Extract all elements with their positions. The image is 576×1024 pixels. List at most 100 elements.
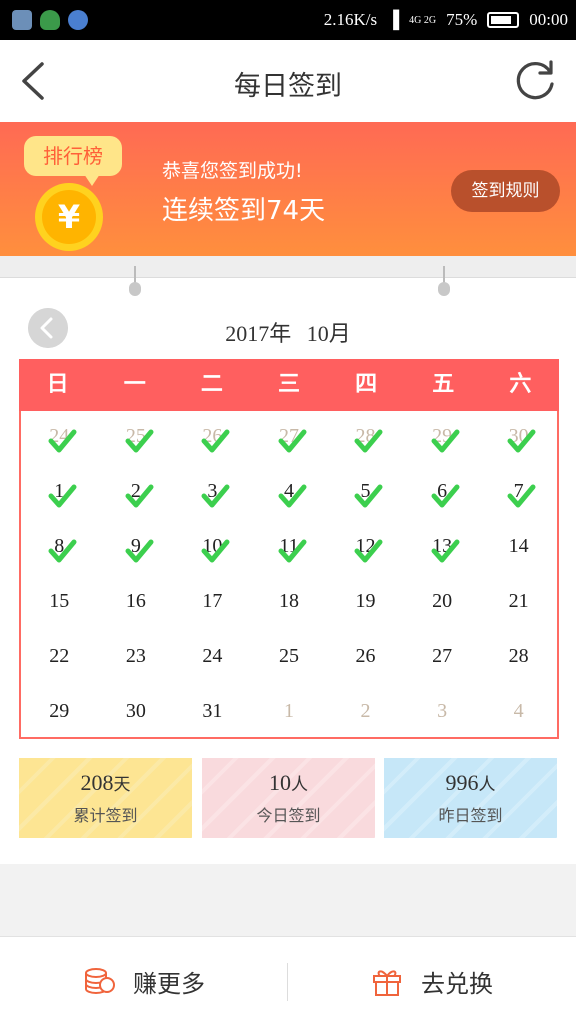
earn-more-label: 赚更多: [133, 969, 205, 998]
day-number: 20: [432, 590, 453, 612]
checkmark-icon: [201, 484, 230, 508]
calendar-day-checked[interactable]: 1: [21, 466, 98, 521]
checkmark-icon: [354, 539, 383, 563]
weekday-label: 六: [509, 372, 532, 397]
weekday-label: 三: [277, 372, 300, 397]
day-number: 17: [202, 590, 223, 612]
checkmark-icon: [48, 429, 77, 453]
calendar-day-checked[interactable]: 7: [480, 466, 557, 521]
day-number: 2: [360, 700, 371, 722]
calendar-day-checked[interactable]: 28: [327, 411, 404, 466]
calendar-day[interactable]: 23: [98, 631, 175, 686]
divider: [0, 256, 576, 278]
shield-icon: [40, 10, 60, 30]
calendar-day[interactable]: 4: [480, 686, 557, 741]
calendar-day[interactable]: 17: [174, 576, 251, 631]
calendar-day[interactable]: 14: [480, 521, 557, 576]
earn-more-button[interactable]: 赚更多: [0, 937, 288, 1024]
svg-text:¥: ¥: [58, 198, 80, 236]
stat-total-label: 累计签到: [73, 806, 138, 825]
calendar-grid: 日一二三四五六 24 25 26 27 28 29 30 1 2 3 4 5 6 7 8 9 10 11 12 13 1…: [19, 359, 559, 739]
day-grid: 24 25 26 27 28 29 30 1 2 3 4 5 6 7 8 9 10 11 12 13 14 15 16 17 1…: [21, 411, 557, 741]
calendar-day[interactable]: 16: [98, 576, 175, 631]
stat-today-label: 今日签到: [256, 806, 321, 825]
network-speed: 2.16K/s: [323, 10, 378, 29]
calendar-day-checked[interactable]: 26: [174, 411, 251, 466]
calendar-day[interactable]: 30: [98, 686, 175, 741]
calendar-day[interactable]: 25: [251, 631, 328, 686]
weekday-label: 四: [355, 372, 378, 397]
calendar-day-checked[interactable]: 25: [98, 411, 175, 466]
checkmark-icon: [125, 484, 154, 508]
binder-ring-icon: [128, 266, 142, 298]
stat-total-checkins: 208天 累计签到: [19, 758, 192, 838]
calendar-day-checked[interactable]: 2: [98, 466, 175, 521]
stat-total-unit: 天: [113, 775, 131, 795]
calendar-day[interactable]: 18: [251, 576, 328, 631]
cloud-icon: [68, 10, 88, 30]
day-number: 31: [202, 700, 223, 722]
day-number: 21: [508, 590, 529, 612]
checkmark-icon: [201, 539, 230, 563]
calendar-day-checked[interactable]: 30: [480, 411, 557, 466]
calendar-day-checked[interactable]: 9: [98, 521, 175, 576]
calendar-day-checked[interactable]: 24: [21, 411, 98, 466]
weekday-label: 五: [432, 372, 455, 397]
day-number: 15: [49, 590, 70, 612]
calendar-day-checked[interactable]: 5: [327, 466, 404, 521]
calendar-day[interactable]: 1: [251, 686, 328, 741]
calendar-day[interactable]: 21: [480, 576, 557, 631]
calendar-day-checked[interactable]: 29: [404, 411, 481, 466]
battery-icon: [487, 12, 520, 28]
calendar-day[interactable]: 20: [404, 576, 481, 631]
calendar-day[interactable]: 31: [174, 686, 251, 741]
calendar-day[interactable]: 24: [174, 631, 251, 686]
day-number: 18: [278, 590, 299, 612]
status-bar: 2.16K/s ▐ 4G 2G 75% 00:00: [0, 0, 576, 40]
leaderboard-button[interactable]: 排行榜: [24, 136, 122, 186]
weekday-header: 日一二三四五六: [19, 359, 559, 411]
calendar-day[interactable]: 28: [480, 631, 557, 686]
checkmark-icon: [278, 484, 307, 508]
calendar-day[interactable]: 19: [327, 576, 404, 631]
stat-today-number: 10: [269, 770, 291, 795]
calendar-day-checked[interactable]: 3: [174, 466, 251, 521]
calendar-day-checked[interactable]: 27: [251, 411, 328, 466]
checkmark-icon: [201, 429, 230, 453]
battery-percent: 75%: [446, 10, 478, 29]
nav-bar: 每日签到: [0, 40, 576, 122]
coin-stack-icon: [85, 968, 115, 994]
calendar-day-checked[interactable]: 10: [174, 521, 251, 576]
day-number: 27: [432, 645, 453, 667]
calendar-day-checked[interactable]: 4: [251, 466, 328, 521]
calendar-day[interactable]: 22: [21, 631, 98, 686]
calendar-day[interactable]: 3: [404, 686, 481, 741]
calendar-day[interactable]: 29: [21, 686, 98, 741]
calendar-day-checked[interactable]: 11: [251, 521, 328, 576]
status-notification-icons: [12, 10, 88, 30]
calendar-day-checked[interactable]: 12: [327, 521, 404, 576]
bottom-action-bar: 赚更多 去兑换: [0, 936, 576, 1024]
day-number: 3: [437, 700, 448, 722]
calendar-day-checked[interactable]: 8: [21, 521, 98, 576]
calendar-day-checked[interactable]: 6: [404, 466, 481, 521]
checkmark-icon: [431, 484, 460, 508]
checkmark-icon: [125, 539, 154, 563]
app-notification-icon: [12, 10, 32, 30]
checkin-rules-button[interactable]: 签到规则: [451, 170, 560, 212]
day-number: 14: [508, 535, 529, 557]
refresh-icon[interactable]: [514, 58, 558, 102]
calendar-day[interactable]: 27: [404, 631, 481, 686]
calendar-day[interactable]: 2: [327, 686, 404, 741]
calendar-day[interactable]: 15: [21, 576, 98, 631]
checkmark-icon: [354, 429, 383, 453]
gift-icon: [373, 970, 401, 996]
calendar-day[interactable]: 26: [327, 631, 404, 686]
day-number: 26: [355, 645, 376, 667]
checkmark-icon: [507, 484, 536, 508]
checkmark-icon: [48, 539, 77, 563]
binder-ring-icon: [437, 266, 451, 298]
checkin-banner: 排行榜 ¥ 恭喜您签到成功! 连续签到74天 签到规则: [0, 122, 576, 256]
calendar-day-checked[interactable]: 13: [404, 521, 481, 576]
redeem-button[interactable]: 去兑换: [288, 937, 576, 1024]
